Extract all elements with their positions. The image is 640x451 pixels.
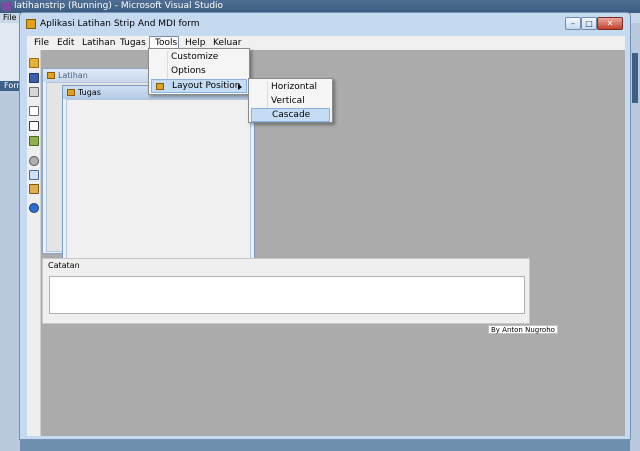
- vs-form-tab[interactable]: Form: [0, 81, 24, 91]
- toolstrip: [27, 50, 41, 436]
- menu-latihan[interactable]: Latihan: [77, 36, 120, 50]
- menu-item-layout-position[interactable]: Layout Position: [151, 79, 247, 93]
- form-icon: [47, 72, 55, 79]
- copy-icon[interactable]: [29, 170, 39, 180]
- tugas-title: Tugas: [78, 88, 101, 97]
- vs-toolbar: [0, 23, 20, 81]
- menu-file[interactable]: File: [29, 36, 54, 50]
- menu-edit[interactable]: Edit: [52, 36, 79, 50]
- app-title-bar[interactable]: Aplikasi Latihan Strip And MDI form – □ …: [20, 13, 630, 35]
- print-icon[interactable]: [29, 87, 39, 97]
- help-icon[interactable]: [29, 203, 39, 213]
- catatan-label: Catatan: [48, 261, 80, 270]
- latihan-title: Latihan: [58, 71, 88, 80]
- visual-studio-icon: [2, 2, 11, 11]
- app-icon: [26, 19, 36, 29]
- tools-menu: Customize Options Layout Position: [148, 48, 250, 95]
- list-icon[interactable]: [29, 121, 39, 131]
- save-icon[interactable]: [29, 73, 39, 83]
- author-label: By Anton Nugroho: [488, 325, 558, 334]
- app-window: Aplikasi Latihan Strip And MDI form – □ …: [19, 12, 631, 440]
- paste-icon[interactable]: [29, 184, 39, 194]
- menu-bar: File Edit Latihan Tugas Tools Help Kelua…: [27, 36, 625, 50]
- form-icon: [67, 89, 75, 96]
- catatan-panel: Catatan: [42, 258, 530, 324]
- tugas-body: [66, 99, 251, 272]
- vs-left-strip: [0, 81, 20, 451]
- menu-tugas[interactable]: Tugas: [115, 36, 151, 50]
- menu-item-customize[interactable]: Customize: [151, 50, 247, 64]
- menu-item-vertical[interactable]: Vertical: [251, 94, 330, 108]
- menu-item-cascade[interactable]: Cascade: [251, 108, 330, 122]
- vs-right-strip: [630, 23, 640, 451]
- cut-icon[interactable]: [29, 156, 39, 166]
- vs-side-panel[interactable]: [632, 53, 638, 103]
- chevron-right-icon: [238, 84, 242, 90]
- app-title: Aplikasi Latihan Strip And MDI form: [40, 19, 200, 29]
- layout-position-submenu: Horizontal Vertical Cascade: [248, 78, 333, 123]
- preview-icon[interactable]: [29, 106, 39, 116]
- menu-item-horizontal[interactable]: Horizontal: [251, 80, 330, 94]
- menu-item-label: Layout Position: [172, 81, 241, 91]
- open-folder-icon[interactable]: [29, 58, 39, 68]
- window-layout-icon: [156, 83, 164, 90]
- vs-menu-file[interactable]: File: [3, 13, 16, 23]
- tugas-window[interactable]: Tugas: [62, 85, 255, 275]
- minimize-button[interactable]: –: [565, 17, 581, 30]
- mdi-container: Latihan Tugas Catatan By Anton Nugroho: [42, 50, 625, 436]
- menu-item-options[interactable]: Options: [151, 64, 247, 78]
- catatan-textbox[interactable]: [49, 276, 525, 314]
- close-button[interactable]: ✕: [597, 17, 623, 30]
- image-icon[interactable]: [29, 136, 39, 146]
- maximize-button[interactable]: □: [581, 17, 597, 30]
